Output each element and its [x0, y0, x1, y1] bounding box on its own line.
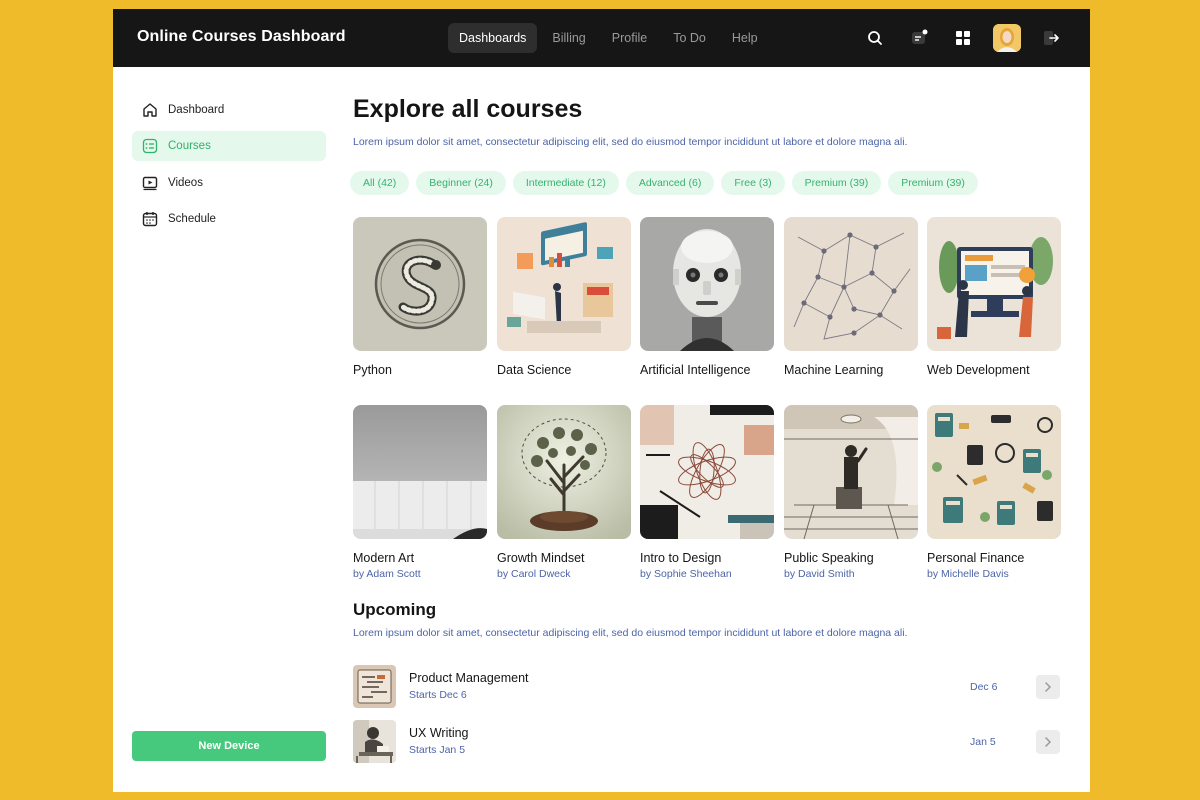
top-actions: [860, 23, 1066, 53]
notifications-icon[interactable]: [904, 23, 934, 53]
course-image-python: [353, 217, 487, 351]
course-card-personal-finance[interactable]: Personal Finance by Michelle Davis: [927, 405, 1061, 580]
chevron-right-icon[interactable]: [1036, 675, 1060, 699]
course-card-web-development[interactable]: Web Development: [927, 217, 1061, 377]
course-author: by Michelle Davis: [927, 568, 1009, 580]
nav-help[interactable]: Help: [721, 23, 769, 53]
course-card-growth-mindset[interactable]: Growth Mindset by Carol Dweck: [497, 405, 631, 580]
course-card-artificial-intelligence[interactable]: Artificial Intelligence: [640, 217, 774, 377]
upcoming-course-title: UX Writing: [409, 726, 469, 740]
filter-beginner[interactable]: Beginner (24): [416, 171, 506, 195]
upcoming-course-title: Product Management: [409, 671, 529, 685]
logout-icon[interactable]: [1036, 23, 1066, 53]
upcoming-course-date: Dec 6: [970, 681, 998, 693]
nav-todo[interactable]: To Do: [662, 23, 717, 53]
filter-intermediate[interactable]: Intermediate (12): [512, 171, 619, 195]
chevron-right-icon[interactable]: [1036, 730, 1060, 754]
sidebar-item-videos[interactable]: Videos: [132, 168, 326, 198]
app-window: Online Courses Dashboard Dashboards Bill…: [113, 9, 1090, 792]
upcoming-image-product-management: [353, 665, 396, 708]
course-image-modern-art: [353, 405, 487, 539]
search-icon[interactable]: [860, 23, 890, 53]
course-card-public-speaking[interactable]: Public Speaking by David Smith: [784, 405, 918, 580]
course-image-personal-finance: [927, 405, 1061, 539]
upcoming-course-start: Starts Jan 5: [409, 744, 466, 756]
course-card-python[interactable]: Python: [353, 217, 487, 377]
upcoming-row[interactable]: Product Management Starts Dec 6 Dec 6: [353, 665, 1060, 709]
upcoming-row[interactable]: UX Writing Starts Jan 5 Jan 5: [353, 720, 1060, 764]
course-title: Intro to Design: [640, 551, 722, 565]
course-author: by David Smith: [784, 568, 855, 580]
course-card-data-science[interactable]: Data Science: [497, 217, 631, 377]
top-bar: Online Courses Dashboard Dashboards Bill…: [113, 9, 1090, 67]
video-play-icon: [142, 176, 158, 191]
sidebar-item-label: Courses: [168, 140, 211, 152]
sidebar: Dashboard Courses Videos Schedule New De…: [113, 67, 345, 792]
courses-list-icon: [142, 138, 158, 154]
home-icon: [143, 103, 157, 117]
user-avatar[interactable]: [992, 23, 1022, 53]
course-author: by Sophie Sheehan: [640, 568, 732, 580]
sidebar-item-label: Schedule: [168, 213, 216, 225]
course-title: Modern Art: [353, 551, 415, 565]
nav-dashboards[interactable]: Dashboards: [448, 23, 538, 53]
page-title: Explore all courses: [353, 95, 583, 123]
upcoming-course-start: Starts Dec 6: [409, 689, 467, 701]
nav-billing[interactable]: Billing: [541, 23, 596, 53]
course-title: Personal Finance: [927, 551, 1025, 565]
app-title: Online Courses Dashboard: [137, 28, 346, 45]
course-image-web-development: [927, 217, 1061, 351]
filter-premium[interactable]: Premium (39): [791, 171, 882, 195]
sidebar-item-label: Videos: [168, 177, 203, 189]
course-title: Artificial Intelligence: [640, 363, 751, 377]
filter-all[interactable]: All (42): [350, 171, 410, 195]
new-device-button[interactable]: New Device: [132, 731, 326, 761]
course-image-machine-learning: [784, 217, 918, 351]
sidebar-item-label: Dashboard: [168, 104, 225, 116]
course-author: by Adam Scott: [353, 568, 421, 580]
course-title: Machine Learning: [784, 363, 884, 377]
course-image-public-speaking: [784, 405, 918, 539]
sidebar-item-courses[interactable]: Courses: [132, 131, 326, 161]
course-card-machine-learning[interactable]: Machine Learning: [784, 217, 918, 377]
upcoming-image-ux-writing: [353, 720, 396, 763]
filter-free[interactable]: Free (3): [721, 171, 785, 195]
nav-profile[interactable]: Profile: [601, 23, 658, 53]
upcoming-description: Lorem ipsum dolor sit amet, consectetur …: [353, 627, 908, 639]
filter-advanced[interactable]: Advanced (6): [625, 171, 715, 195]
course-image-intro-to-design: [640, 405, 774, 539]
course-title: Data Science: [497, 363, 572, 377]
course-title: Public Speaking: [784, 551, 874, 565]
upcoming-title: Upcoming: [353, 600, 437, 619]
upcoming-course-date: Jan 5: [970, 736, 996, 748]
filter-chips: All (42) Beginner (24) Intermediate (12)…: [350, 171, 978, 195]
apps-grid-icon[interactable]: [948, 23, 978, 53]
sidebar-item-dashboard[interactable]: Dashboard: [132, 95, 326, 125]
course-image-data-science: [497, 217, 631, 351]
course-author: by Carol Dweck: [497, 568, 571, 580]
course-title: Growth Mindset: [497, 551, 585, 565]
course-card-intro-to-design[interactable]: Intro to Design by Sophie Sheehan: [640, 405, 774, 580]
course-title: Python: [353, 363, 392, 377]
course-image-growth-mindset: [497, 405, 631, 539]
top-nav: Dashboards Billing Profile To Do Help: [448, 23, 769, 53]
sidebar-item-schedule[interactable]: Schedule: [132, 204, 326, 234]
calendar-icon: [142, 212, 158, 227]
page-description: Lorem ipsum dolor sit amet, consectetur …: [353, 136, 908, 148]
course-title: Web Development: [927, 363, 1030, 377]
filter-premium-2[interactable]: Premium (39): [888, 171, 978, 195]
course-card-modern-art[interactable]: Modern Art by Adam Scott: [353, 405, 487, 580]
course-image-artificial-intelligence: [640, 217, 774, 351]
